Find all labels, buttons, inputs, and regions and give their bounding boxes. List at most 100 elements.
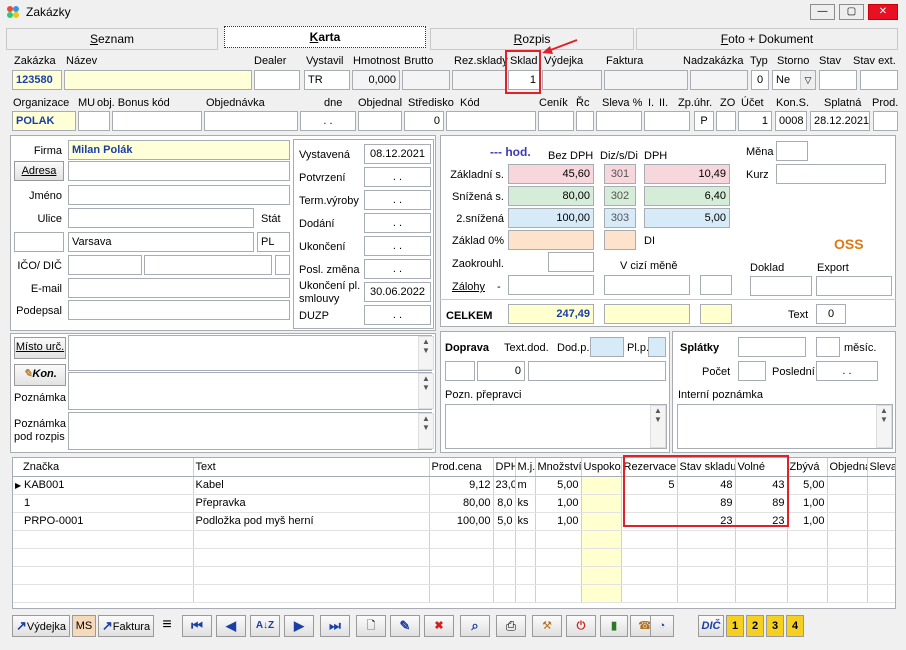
cell-dph[interactable]: [493, 548, 516, 567]
cell-zbyva[interactable]: 5,00: [787, 476, 828, 495]
vystavil-field[interactable]: TR: [304, 70, 350, 90]
mesto-field[interactable]: Varsava: [68, 232, 254, 252]
tab-karta[interactable]: Karta: [224, 26, 426, 48]
psc-field[interactable]: [14, 232, 64, 252]
poznamka-rozpis-scroll[interactable]: ▲ ▼: [418, 413, 434, 449]
cell-text[interactable]: [193, 566, 430, 585]
table-row[interactable]: [13, 530, 895, 549]
cell-stav-skladu[interactable]: [677, 530, 736, 549]
cell-objednal[interactable]: [827, 548, 868, 567]
level-2-icon[interactable]: 2: [746, 615, 764, 637]
col-prod-cena[interactable]: Prod.cena: [429, 458, 494, 477]
poznamka-field[interactable]: [68, 372, 432, 410]
cell-text[interactable]: Kabel: [193, 476, 430, 495]
maximize-button[interactable]: ▢: [839, 4, 864, 20]
level-1-icon[interactable]: 1: [726, 615, 744, 637]
cell-zbyva[interactable]: [787, 584, 828, 603]
firma-field[interactable]: Milan Polák: [68, 140, 290, 160]
cell-dph[interactable]: [493, 566, 516, 585]
cell-objednal[interactable]: [827, 566, 868, 585]
potvrzeni-field[interactable]: . .: [364, 167, 431, 187]
cell-mnozstvi[interactable]: [535, 530, 582, 549]
col-text[interactable]: Text: [193, 458, 430, 477]
cell-prod-cena[interactable]: 100,00: [429, 512, 494, 531]
cell-stav-skladu[interactable]: [677, 548, 736, 567]
doprava-field[interactable]: [445, 361, 475, 381]
cell-znacka[interactable]: ▶ KAB001: [13, 476, 194, 495]
col-zbyva[interactable]: Zbývá: [787, 458, 828, 477]
misto-urceni-field[interactable]: [68, 335, 432, 371]
cell-znacka[interactable]: [13, 548, 194, 567]
snizena-dph-field[interactable]: 6,40: [644, 186, 730, 206]
cell-uspokoj[interactable]: [581, 548, 622, 567]
cell-objednal[interactable]: [827, 494, 868, 513]
search-binoculars-icon[interactable]: ⌕: [460, 615, 490, 637]
cell-rezervace[interactable]: [621, 530, 678, 549]
cell-znacka[interactable]: [13, 530, 194, 549]
cell-volne[interactable]: [735, 548, 788, 567]
pocet-field[interactable]: [738, 361, 766, 381]
nadzakazka-field[interactable]: [690, 70, 748, 90]
book-icon[interactable]: ▮: [600, 615, 628, 637]
print-icon[interactable]: ⎙: [496, 615, 526, 637]
cell-volne[interactable]: [735, 566, 788, 585]
cell-objednal[interactable]: [827, 530, 868, 549]
cell-mnozstvi[interactable]: 5,00: [535, 476, 582, 495]
cell-dph[interactable]: [493, 530, 516, 549]
level-3-icon[interactable]: 3: [766, 615, 784, 637]
mena-field[interactable]: [776, 141, 808, 161]
web-icon[interactable]: ◔: [650, 615, 674, 637]
col-uspokoj[interactable]: Uspokoj: [581, 458, 622, 477]
dic-field[interactable]: [144, 255, 272, 275]
cell-stav-skladu[interactable]: [677, 584, 736, 603]
kon-s-field[interactable]: 0008: [775, 111, 807, 131]
kurz-field[interactable]: [776, 164, 886, 184]
cell-volne[interactable]: [735, 584, 788, 603]
cell-mj[interactable]: ks: [515, 512, 536, 531]
zakazka-field[interactable]: 123580: [12, 70, 62, 90]
ms-button[interactable]: MS: [72, 615, 96, 637]
cell-mnozstvi[interactable]: [535, 548, 582, 567]
sleva-i-ii-field[interactable]: [644, 111, 690, 131]
cell-dph[interactable]: 8,0: [493, 494, 516, 513]
adresa-field[interactable]: [68, 161, 290, 181]
cenik-field[interactable]: [538, 111, 574, 131]
cell-sleva[interactable]: [867, 566, 895, 585]
cell-prod-cena[interactable]: [429, 530, 494, 549]
stat-field[interactable]: PL: [257, 232, 290, 252]
zaklad0-base-field[interactable]: [508, 230, 594, 250]
tab-foto-dokument[interactable]: Foto + Dokument: [636, 28, 898, 50]
cell-sleva[interactable]: [867, 584, 895, 603]
cell-znacka[interactable]: [13, 584, 194, 603]
next-record-icon[interactable]: ▶: [284, 615, 314, 637]
kon-button[interactable]: ✎Kon.: [14, 364, 66, 386]
splatky-field[interactable]: [738, 337, 806, 357]
table-row[interactable]: [13, 566, 895, 585]
kod-field[interactable]: [446, 111, 536, 131]
cell-zbyva[interactable]: 1,00: [787, 512, 828, 531]
posledni-field[interactable]: . .: [816, 361, 878, 381]
storno-select[interactable]: Ne ▽: [772, 70, 816, 90]
cell-dph[interactable]: 23,0: [493, 476, 516, 495]
faktura-button[interactable]: ↗Faktura: [98, 615, 154, 637]
first-record-icon[interactable]: ⏮: [182, 615, 212, 637]
cell-rezervace[interactable]: [621, 548, 678, 567]
cizi-mena-field[interactable]: [604, 275, 690, 295]
vydejka-button[interactable]: ↗Výdejka: [12, 615, 70, 637]
doprava-value-field[interactable]: 0: [477, 361, 525, 381]
misto-scroll[interactable]: ▲ ▼: [418, 336, 434, 370]
cell-mnozstvi[interactable]: [535, 584, 582, 603]
prod-field[interactable]: [873, 111, 898, 131]
celkem-cizi-field[interactable]: [604, 304, 690, 324]
organizace-field[interactable]: POLAK: [12, 111, 76, 131]
col-sleva[interactable]: Sleva: [867, 458, 895, 477]
cell-prod-cena[interactable]: 9,12: [429, 476, 494, 495]
table-row[interactable]: [13, 584, 895, 603]
col-mnozstvi[interactable]: Množství: [535, 458, 582, 477]
zp-uhr-field[interactable]: P: [694, 111, 714, 131]
dealer-field[interactable]: [254, 70, 300, 90]
cell-sleva[interactable]: [867, 494, 895, 513]
table-row[interactable]: [13, 548, 895, 567]
cell-prod-cena[interactable]: [429, 566, 494, 585]
cell-mj[interactable]: m: [515, 476, 536, 495]
